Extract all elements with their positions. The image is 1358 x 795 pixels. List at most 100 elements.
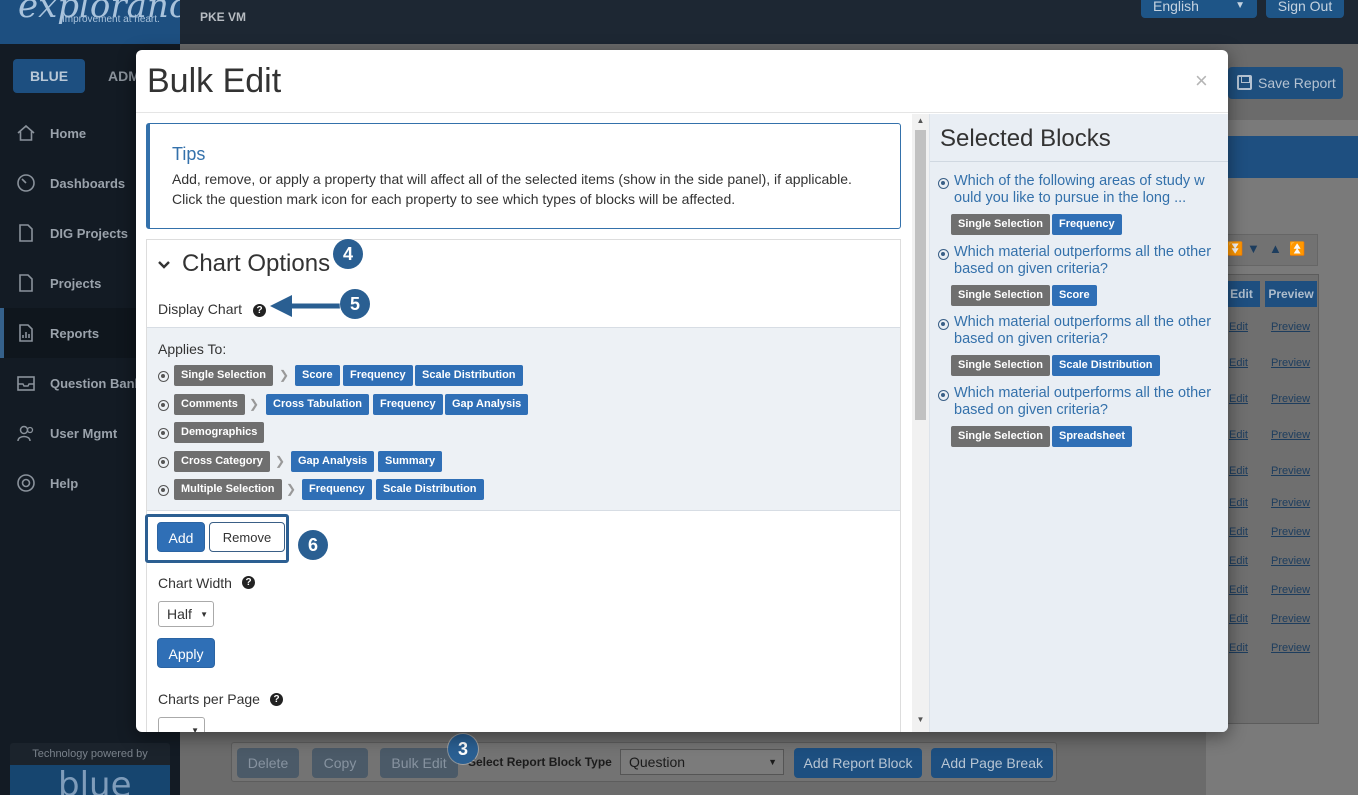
move-down-icon[interactable]: ▼ — [1247, 241, 1260, 256]
chart-type-tag: Score — [295, 365, 340, 386]
edit-link[interactable]: Edit — [1229, 584, 1248, 596]
move-bottom-icon[interactable]: ⏬ — [1227, 241, 1243, 257]
edit-link[interactable]: Edit — [1229, 429, 1248, 441]
chart-type-tag: Gap Analysis — [291, 451, 375, 472]
blue-logo-text: blue — [58, 765, 132, 795]
selected-block-link[interactable]: Which material outperforms all the other… — [954, 314, 1224, 348]
block-type-tag: Single Selection — [951, 426, 1050, 447]
preview-link[interactable]: Preview — [1271, 393, 1310, 405]
table-row: Edit Preview — [1223, 312, 1320, 341]
preview-link[interactable]: Preview — [1271, 465, 1310, 477]
edit-link[interactable]: Edit — [1229, 555, 1248, 567]
edit-link[interactable]: Edit — [1229, 393, 1248, 405]
save-report-label: Save Report — [1258, 75, 1336, 91]
powered-by-text: Technology powered by — [32, 748, 148, 760]
question-mark-icon[interactable]: ? — [253, 304, 266, 317]
display-chart-label: Display Chart — [158, 301, 243, 317]
radio-icon — [158, 371, 169, 382]
preview-link[interactable]: Preview — [1271, 497, 1310, 509]
home-icon — [16, 123, 36, 143]
properties-scrollbar[interactable]: ▲ ▼ — [912, 114, 929, 732]
edit-link[interactable]: Edit — [1229, 526, 1248, 538]
preview-link[interactable]: Preview — [1271, 526, 1310, 538]
edit-link[interactable]: Edit — [1229, 357, 1248, 369]
preview-link[interactable]: Preview — [1271, 642, 1310, 654]
move-up-icon[interactable]: ▲ — [1269, 241, 1282, 256]
table-row: Edit Preview — [1223, 384, 1320, 413]
selected-block-link[interactable]: Which material outperforms all the other… — [954, 385, 1224, 419]
chevron-right-icon: ❯ — [286, 482, 297, 496]
applies-to-panel: Applies To: Single Selection ❯ Score Fre… — [147, 327, 900, 511]
scroll-thumb[interactable] — [915, 130, 926, 420]
preview-link[interactable]: Preview — [1271, 429, 1310, 441]
preview-link[interactable]: Preview — [1271, 321, 1310, 333]
selected-block-item: Which material outperforms all the other… — [938, 314, 1224, 376]
column-header-preview: Preview — [1265, 281, 1317, 307]
tab-blue[interactable]: BLUE — [13, 59, 85, 93]
charts-per-page-label: Charts per Page — [158, 691, 260, 707]
chart-options-title[interactable]: Chart Options — [182, 250, 330, 278]
edit-link[interactable]: Edit — [1229, 497, 1248, 509]
sidebar-item-label: DIG Projects — [50, 226, 129, 241]
table-row: Edit Preview — [1223, 517, 1320, 546]
chart-width-value: Half — [167, 606, 192, 622]
chevron-right-icon: ❯ — [275, 454, 286, 468]
delete-button[interactable]: Delete — [237, 748, 299, 778]
block-type-tag: Comments — [174, 394, 245, 415]
caret-down-icon: ▼ — [191, 726, 199, 732]
copy-button[interactable]: Copy — [312, 748, 368, 778]
selected-blocks-panel: Selected Blocks Which of the following a… — [929, 114, 1228, 732]
chevron-right-icon: ❯ — [279, 368, 290, 382]
radio-icon — [938, 249, 949, 260]
save-report-button[interactable]: Save Report — [1228, 67, 1343, 99]
edit-link[interactable]: Edit — [1229, 321, 1248, 333]
selected-block-text-line: based on given criteria? — [954, 402, 1108, 418]
annotation-arrow-icon — [270, 295, 340, 317]
edit-link[interactable]: Edit — [1229, 465, 1248, 477]
preview-link[interactable]: Preview — [1271, 555, 1310, 567]
selected-block-item: Which of the following areas of study w … — [938, 173, 1224, 235]
sidebar-item-label: Question Bank — [50, 376, 142, 391]
chevron-down-icon[interactable] — [157, 258, 171, 272]
question-mark-icon[interactable]: ? — [242, 576, 255, 589]
tips-line-2: Click the question mark icon for each pr… — [172, 191, 736, 207]
preview-link[interactable]: Preview — [1271, 357, 1310, 369]
chart-width-label: Chart Width — [158, 575, 232, 591]
radio-icon — [158, 457, 169, 468]
bulk-edit-button[interactable]: Bulk Edit — [380, 748, 458, 778]
block-type-tag: Single Selection — [951, 355, 1050, 376]
chart-width-select[interactable]: Half ▼ — [158, 601, 214, 627]
reorder-arrows: ⏬ ▼ ▲ ⏫ — [1222, 234, 1318, 266]
tips-title: Tips — [172, 144, 206, 164]
edit-link[interactable]: Edit — [1229, 613, 1248, 625]
scroll-down-icon[interactable]: ▼ — [912, 715, 929, 729]
question-mark-icon[interactable]: ? — [270, 693, 283, 706]
selected-block-link[interactable]: Which of the following areas of study w … — [954, 173, 1224, 207]
logo-tagline: Improvement at heart. — [62, 14, 160, 25]
properties-pane: Tips Add, remove, or apply a property th… — [136, 114, 912, 732]
charts-per-page-select[interactable]: ▼ — [158, 717, 205, 732]
chart-type-tag: Scale Distribution — [376, 479, 484, 500]
edit-link[interactable]: Edit — [1229, 642, 1248, 654]
apply-button[interactable]: Apply — [157, 638, 215, 668]
block-type-select[interactable]: Question ▼ — [620, 749, 784, 775]
chart-type-tag: Score — [1052, 285, 1097, 306]
close-icon[interactable]: × — [1195, 68, 1208, 94]
language-dropdown[interactable]: English ▼ — [1141, 0, 1257, 18]
powered-by-box: Technology powered by blue — [10, 743, 170, 795]
add-report-block-button[interactable]: Add Report Block — [794, 748, 922, 778]
tips-box: Tips Add, remove, or apply a property th… — [146, 123, 901, 229]
selected-block-text-line: ould you like to pursue in the long ... — [954, 190, 1187, 206]
sign-out-button[interactable]: Sign Out — [1266, 0, 1344, 18]
scroll-up-icon[interactable]: ▲ — [912, 116, 929, 130]
radio-icon — [938, 319, 949, 330]
selected-block-link[interactable]: Which material outperforms all the other… — [954, 244, 1224, 278]
move-top-icon[interactable]: ⏫ — [1289, 241, 1305, 257]
block-type-tag: Demographics — [174, 422, 265, 443]
bulk-edit-modal: Bulk Edit × Tips Add, remove, or apply a… — [136, 50, 1228, 732]
report-actions-bar: Delete Copy Bulk Edit Select Report Bloc… — [231, 742, 1057, 782]
app-logo[interactable]: explorance Improvement at heart. — [0, 0, 180, 44]
add-page-break-button[interactable]: Add Page Break — [931, 748, 1053, 778]
preview-link[interactable]: Preview — [1271, 613, 1310, 625]
preview-link[interactable]: Preview — [1271, 584, 1310, 596]
